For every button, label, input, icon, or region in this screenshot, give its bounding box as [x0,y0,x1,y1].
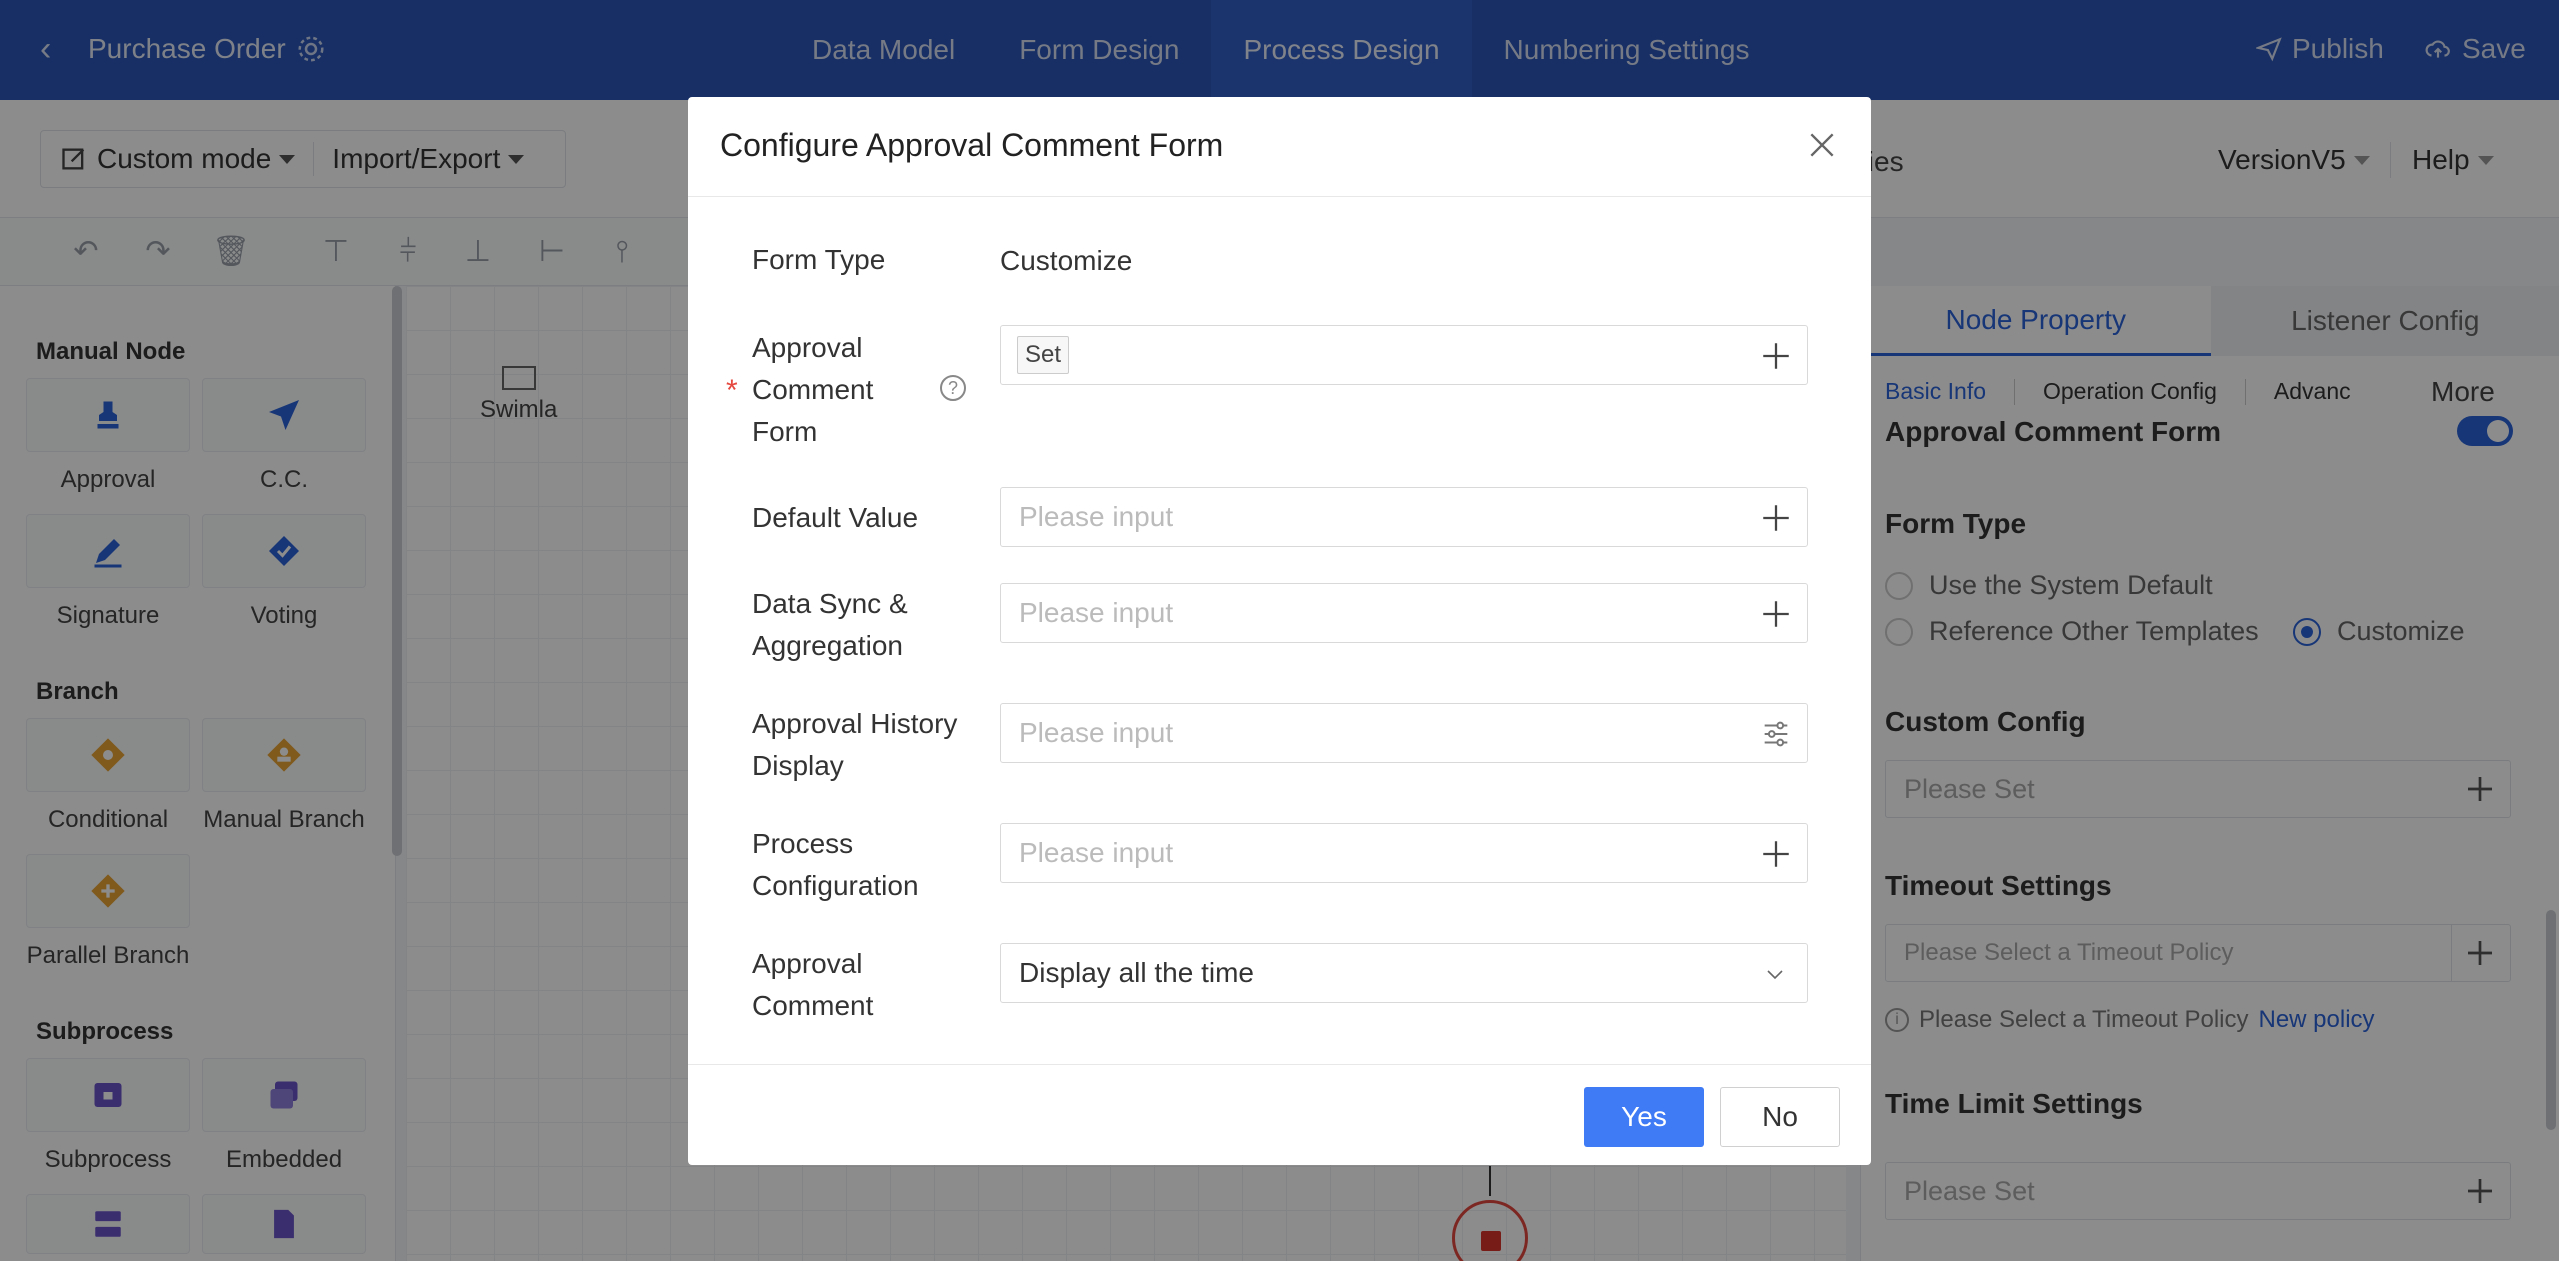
input-placeholder: Please input [1019,597,1174,628]
plus-icon[interactable] [1759,597,1793,631]
approval-comment-value: Display all the time [1019,957,1254,988]
input-placeholder: Please input [1019,501,1174,532]
chevron-down-icon [1767,970,1783,980]
input-placeholder: Please input [1019,837,1174,868]
dialog-footer: Yes No [688,1064,1871,1165]
approval-comment-select[interactable]: Display all the time [1000,943,1808,1003]
process-config-input[interactable]: Please input [1000,823,1808,883]
plus-icon[interactable] [1759,501,1793,535]
set-tag[interactable]: Set [1017,336,1069,374]
approval-comment-form-input[interactable]: Set [1000,325,1808,385]
approval-comment-form-label: Approval Comment Form [752,332,874,447]
no-button[interactable]: No [1720,1087,1840,1147]
data-sync-input[interactable]: Please input [1000,583,1808,643]
plus-icon[interactable] [1759,837,1793,871]
help-question-icon[interactable]: ? [940,375,966,401]
dialog-title: Configure Approval Comment Form [720,127,1224,163]
form-type-label: Form Type [752,244,886,275]
yes-button[interactable]: Yes [1584,1087,1704,1147]
data-sync-label: Data Sync & Aggregation [752,588,908,661]
approval-comment-label: Approval Comment [752,948,874,1021]
default-value-label: Default Value [752,502,919,533]
required-asterisk: * [726,374,738,407]
dialog-header: Configure Approval Comment Form [688,97,1871,197]
configure-approval-comment-form-dialog: Configure Approval Comment Form Form Typ… [688,97,1871,1165]
approval-history-label: Approval History Display [752,708,958,781]
plus-icon[interactable] [1759,339,1793,373]
approval-history-input[interactable]: Please input [1000,703,1808,763]
input-placeholder: Please input [1019,717,1174,748]
form-type-value: Customize [1000,245,1133,276]
default-value-input[interactable]: Please input [1000,487,1808,547]
close-icon[interactable] [1806,129,1838,161]
sliders-icon[interactable] [1759,717,1793,751]
process-config-label: Process Configuration [752,828,919,901]
